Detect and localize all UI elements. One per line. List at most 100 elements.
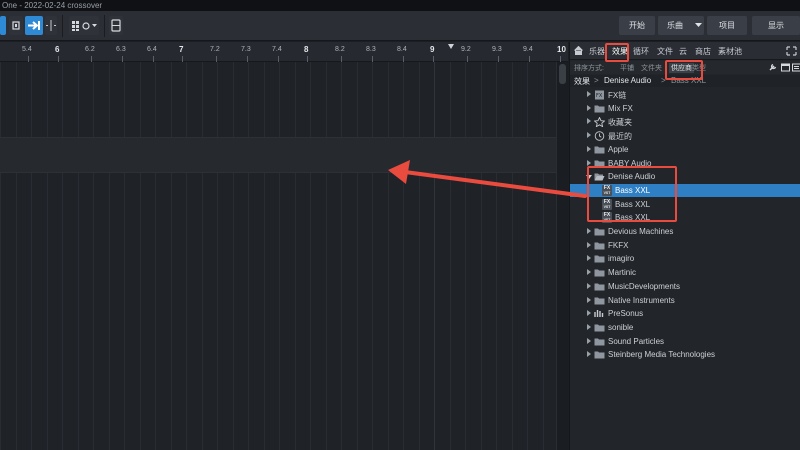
tree-item-label: 最近的 [608,132,632,142]
arrange-view[interactable]: 5.4 6 6.2 6.3 6.4 7 7.2 7.3 7.4 8 8.2 8.3 8.4 9 9.2 9.3… [0,42,568,450]
song-page-button[interactable]: 乐曲 [658,16,704,35]
vertical-scrollbar[interactable] [556,62,568,450]
breadcrumb-root[interactable]: 效果 [574,76,590,87]
scrollbar-thumb[interactable] [559,64,566,84]
ruler-label: 8.3 [366,46,376,53]
tree-folder-item[interactable]: sonible [570,321,800,334]
ruler-label: 6 [55,45,60,54]
tab-loops[interactable]: 循环 [633,46,649,57]
grid-line [450,62,451,450]
chevron-right-icon[interactable] [587,296,591,303]
tab-shop[interactable]: 商店 [695,46,711,57]
tree-folder-item[interactable]: 最近的 [570,129,800,142]
chevron-right-icon[interactable] [587,269,591,276]
chevron-right-icon[interactable] [587,310,591,317]
chevron-right-icon[interactable] [587,241,591,248]
ruler-label: 8 [304,45,309,54]
tree-item-label: MusicDevelopments [608,281,681,291]
toolbar-button-partial[interactable] [0,16,6,35]
ruler-label: 7.4 [272,46,282,53]
tab-files[interactable]: 文件 [657,46,673,57]
sort-flat[interactable]: 平铺 [620,63,634,73]
grid-line [109,62,110,450]
window-icon[interactable] [781,63,790,72]
folder-icon [594,227,605,236]
split-icon[interactable] [45,16,57,35]
tree-folder-item[interactable]: MusicDevelopments [570,280,800,293]
grid-line [357,62,358,450]
chevron-right-icon[interactable] [587,132,591,139]
chevron-right-icon[interactable] [587,145,591,152]
chevron-right-icon[interactable] [587,228,591,234]
metronome-icon[interactable] [109,16,123,35]
grid-line [31,62,32,450]
track-lane[interactable] [0,137,556,173]
tab-cloud[interactable]: 云 [679,46,687,57]
tree-folder-item[interactable]: Devious Machines [570,225,800,238]
home-icon[interactable] [574,46,583,55]
chevron-right-icon[interactable] [587,323,591,330]
folder-icon [594,268,605,277]
grid-line [140,62,141,450]
tree-folder-item[interactable]: Native Instruments [570,294,800,307]
ruler-label: 10 [557,45,566,54]
timeline-ruler[interactable]: 5.4 6 6.2 6.3 6.4 7 7.2 7.3 7.4 8 8.2 8.3 8.4 9 9.2 9.3… [0,42,568,62]
tree-folder-item[interactable]: Mix FX [570,102,800,115]
ruler-tick [122,56,123,62]
wrench-icon[interactable] [768,63,777,72]
start-page-button[interactable]: 开始 [619,16,655,35]
folder-icon [594,282,605,291]
marker-flag-icon[interactable] [448,44,454,49]
quantize-grid-icon[interactable] [69,16,99,35]
arrow-right-icon[interactable] [25,16,43,35]
tree-folder-item[interactable]: Sound Particles [570,335,800,348]
tree-folder-item[interactable]: 收藏夹 [570,115,800,128]
chevron-right-icon[interactable] [587,351,591,358]
list-view-icon[interactable] [792,63,800,72]
ruler-label: 6.4 [147,46,157,53]
grid-line [202,62,203,450]
grid-line [16,62,17,450]
tree-folder-item[interactable]: PreSonus [570,307,800,320]
chevron-right-icon[interactable] [587,104,591,111]
show-button[interactable]: 显示 [752,16,800,35]
ruler-tick [91,56,92,62]
ruler-label: 6.2 [85,46,95,53]
chevron-right-icon[interactable] [587,255,591,262]
ruler-tick [182,56,183,62]
folder-icon [594,145,605,154]
tree-item-label: Native Instruments [608,295,675,305]
tree-folder-item[interactable]: FKFX [570,239,800,252]
ruler-tick [467,56,468,62]
tree-folder-item[interactable]: Martinic [570,266,800,279]
grid-line [93,62,94,450]
chevron-right-icon[interactable] [587,282,591,289]
tree-item-label: FKFX [608,240,629,250]
tree-folder-item[interactable]: FX FX链 [570,88,800,101]
chevron-right-icon[interactable] [587,159,591,166]
grid-line [0,62,1,450]
folder-icon [594,254,605,263]
ruler-label: 9.2 [461,46,471,53]
tree-folder-item[interactable]: Apple [570,143,800,156]
grid-line [496,62,497,450]
chevron-right-icon[interactable] [587,337,591,344]
breadcrumb-current[interactable]: Denise Audio [604,76,651,85]
ruler-tick [58,56,59,62]
tree-item-label: FX链 [608,91,627,100]
sort-folder[interactable]: 文件夹 [641,63,662,73]
tree-folder-item[interactable]: imagiro [570,252,800,265]
snap-icon[interactable] [9,16,23,35]
chevron-right-icon[interactable] [587,118,591,125]
ruler-label: 6.3 [116,46,126,53]
tree-folder-item[interactable]: Steinberg Media Technologies [570,348,800,361]
tab-pool[interactable]: 素材池 [718,46,742,57]
grid-line [295,62,296,450]
expand-icon[interactable] [786,46,797,56]
grid-line [248,62,249,450]
project-page-button[interactable]: 项目 [707,16,747,35]
grid-line [264,62,265,450]
tab-instruments[interactable]: 乐器 [589,46,605,57]
chevron-right-icon[interactable] [587,91,591,97]
main-toolbar: 开始 乐曲 项目 显示 [0,11,800,41]
